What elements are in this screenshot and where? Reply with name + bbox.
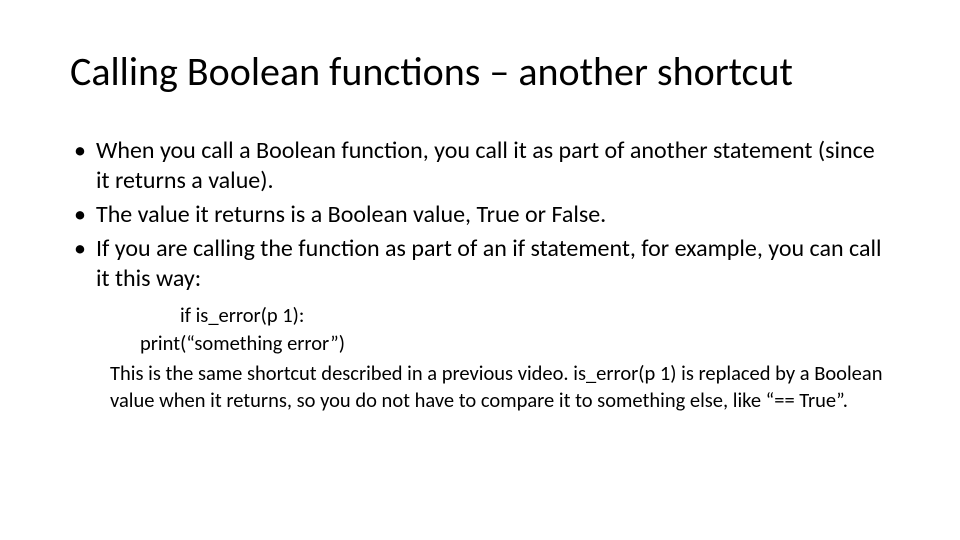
slide-title: Calling Boolean functions – another shor… xyxy=(70,50,890,94)
bullet-list: When you call a Boolean function, you ca… xyxy=(74,136,890,294)
slide: Calling Boolean functions – another shor… xyxy=(0,0,960,540)
bullet-item: When you call a Boolean function, you ca… xyxy=(74,136,890,196)
code-line-1: if is_error(p 1): xyxy=(180,302,890,328)
explanation-text: This is the same shortcut described in a… xyxy=(110,360,890,412)
bullet-item: If you are calling the function as part … xyxy=(74,234,890,294)
code-line-2: print(“something error”) xyxy=(140,330,890,356)
bullet-item: The value it returns is a Boolean value,… xyxy=(74,200,890,230)
